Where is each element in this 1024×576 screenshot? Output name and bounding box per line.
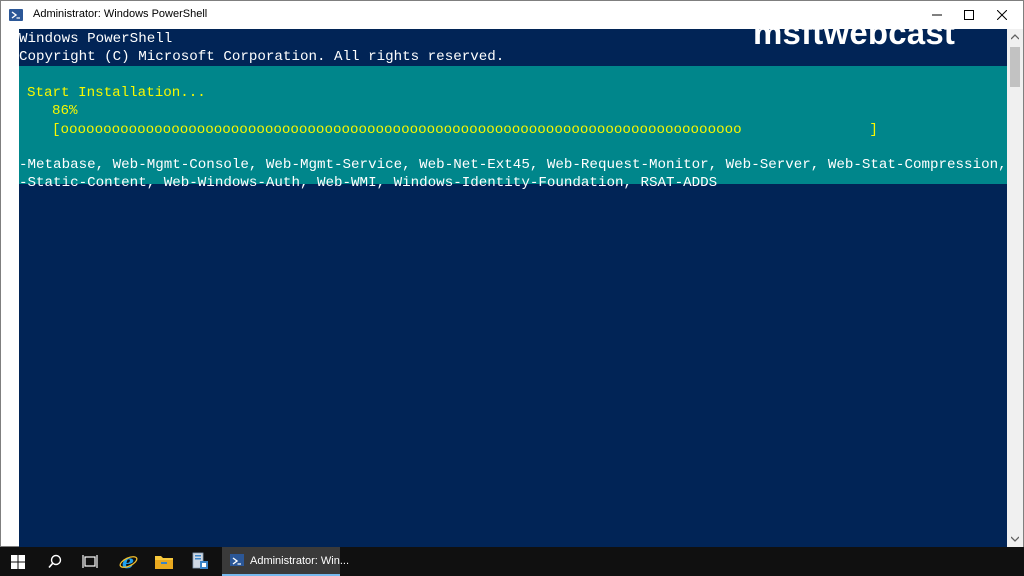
search-button[interactable] xyxy=(37,547,73,576)
progress-percent: 86% xyxy=(52,103,78,119)
console-line: Copyright (C) Microsoft Corporation. All… xyxy=(19,49,505,65)
progress-activity: Start Installation... xyxy=(27,85,206,101)
console-output[interactable]: Windows PowerShell Copyright (C) Microso… xyxy=(19,29,1007,547)
scroll-thumb[interactable] xyxy=(1010,47,1020,87)
taskbar: e Administrator: Win... xyxy=(0,547,1024,576)
watermark-logo: msftwebcast xyxy=(753,29,956,51)
powershell-icon xyxy=(230,554,244,566)
console-line: -Static-Content, Web-Windows-Auth, Web-W… xyxy=(19,175,718,191)
start-button[interactable] xyxy=(0,547,36,576)
vertical-scrollbar[interactable] xyxy=(1007,29,1023,547)
progress-bar: [ooooooooooooooooooooooooooooooooooooooo… xyxy=(52,122,878,138)
maximize-button[interactable] xyxy=(951,1,987,29)
task-view-icon xyxy=(82,555,98,568)
internet-explorer-icon: e xyxy=(119,552,138,571)
start-icon xyxy=(11,555,25,569)
taskbar-app-powershell[interactable]: Administrator: Win... xyxy=(222,547,349,576)
chevron-down-icon xyxy=(1011,536,1019,542)
title-bar[interactable]: Administrator: Windows PowerShell xyxy=(1,1,1023,29)
scroll-down-button[interactable] xyxy=(1007,531,1023,547)
file-explorer-button[interactable] xyxy=(146,547,182,576)
task-view-button[interactable] xyxy=(72,547,108,576)
minimize-button[interactable] xyxy=(919,1,955,29)
window-title: Administrator: Windows PowerShell xyxy=(33,8,208,20)
svg-text:e: e xyxy=(122,552,134,571)
console-line: -Metabase, Web-Mgmt-Console, Web-Mgmt-Se… xyxy=(19,157,1007,173)
maximize-icon xyxy=(964,10,974,20)
search-icon xyxy=(48,554,62,569)
taskbar-app-label: Administrator: Win... xyxy=(250,555,350,567)
close-icon xyxy=(997,10,1007,20)
powershell-icon xyxy=(9,9,23,21)
close-button[interactable] xyxy=(984,1,1020,29)
internet-explorer-button[interactable]: e xyxy=(110,547,146,576)
server-manager-icon xyxy=(192,552,208,569)
console-line: Windows PowerShell xyxy=(19,31,173,47)
minimize-icon xyxy=(932,14,942,16)
powershell-window: Administrator: Windows PowerShell Window… xyxy=(0,0,1024,547)
scroll-up-button[interactable] xyxy=(1007,29,1023,45)
server-manager-button[interactable] xyxy=(182,547,218,576)
file-explorer-icon xyxy=(155,556,173,569)
chevron-up-icon xyxy=(1011,34,1019,40)
